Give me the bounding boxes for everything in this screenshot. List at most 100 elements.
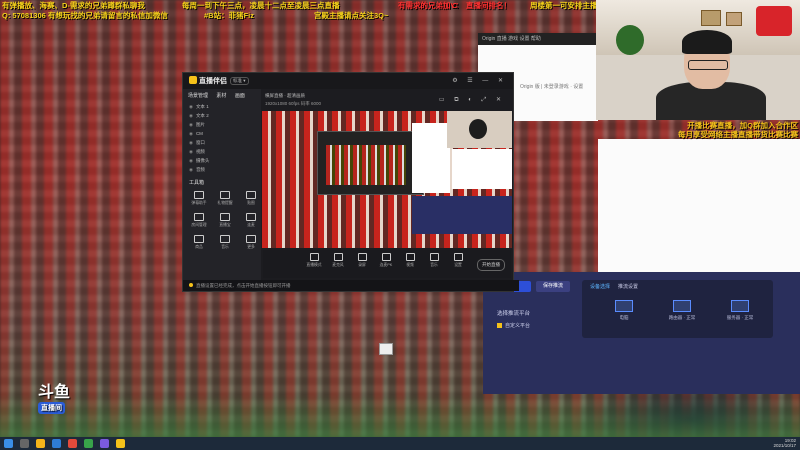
source-item[interactable]: ◉ 音频	[183, 165, 261, 174]
start-live-button[interactable]: 开始直播	[477, 259, 505, 271]
tab-device[interactable]: 设备选择	[590, 284, 610, 290]
device-box: 设备选择 推流设置 电脑 路由器 · 正常 服务器 · 正常	[582, 280, 773, 338]
eye-icon: ◉	[189, 149, 193, 154]
app-icon[interactable]	[84, 439, 93, 448]
titlebar: 直播伴侣 标准 ▾ ⚙ ☰ — ✕	[183, 73, 513, 89]
browser-hint: Origin 版 | 未登录游戏 · 设置	[520, 84, 584, 90]
tool-sticker[interactable]: 贴图	[239, 189, 263, 209]
preview-webcam	[447, 111, 512, 148]
preview-panel	[412, 196, 512, 234]
app-icon[interactable]	[100, 439, 109, 448]
video-button[interactable]: 视频	[399, 253, 421, 268]
nested-crowd-capture	[326, 145, 406, 185]
folder-icon[interactable]	[36, 439, 45, 448]
bottom-toolbar: 直播模式 麦克风 录屏 连麦PK 视频 音乐 设置 开始直播	[263, 250, 511, 278]
tool-shop[interactable]: 商品	[187, 233, 211, 253]
eye-icon: ◉	[189, 158, 193, 163]
floating-thumbnail[interactable]	[379, 343, 393, 355]
room-icon	[194, 213, 204, 221]
platform-label: 选择推流平台	[497, 311, 531, 317]
status-dot-icon	[189, 283, 193, 287]
tab-scenes[interactable]: 场景管理	[188, 93, 208, 99]
sidebar: 场景管理 素材 画面 ◉ 文本 1 ◉ 文本 2 ◉ 图片 ◉ CM ◉ 窗口 ◉ 视频 ◉…	[183, 89, 261, 280]
stream-preview[interactable]	[262, 111, 512, 248]
eye-icon: ◉	[189, 122, 193, 127]
taskbar: 19:02 2021/10/17	[0, 437, 800, 450]
tab-materials[interactable]: 素材	[216, 93, 226, 99]
source-item[interactable]: ◉ 文本 1	[183, 102, 261, 111]
preview-controls[interactable]: ▭ ⧉ ◐ ⤢ ✕	[439, 96, 505, 104]
settings-button[interactable]: 设置	[447, 253, 469, 268]
pk-button[interactable]: 连麦PK	[375, 253, 397, 268]
eye-icon: ◉	[189, 167, 193, 172]
photo-frame	[701, 10, 721, 26]
more-icon	[246, 235, 256, 243]
record-button[interactable]: 录屏	[351, 253, 373, 268]
clock[interactable]: 19:02 2021/10/17	[773, 438, 796, 448]
sticker-icon	[246, 191, 256, 199]
douyu-logo: 斗鱼 直播间	[38, 384, 71, 414]
pitch-strip	[0, 395, 800, 437]
monitor-icon	[615, 300, 633, 312]
window-controls[interactable]: ⚙ ☰ — ✕	[452, 77, 507, 84]
version-select[interactable]: 标准 ▾	[230, 77, 249, 85]
tab-canvas[interactable]: 画面	[235, 93, 245, 99]
source-item[interactable]: ◉ 图片	[183, 120, 261, 129]
cam-caption: 开播比赛直播，加Q群加入合作区 每月享受网络主播直播带货比赛比赛	[678, 121, 798, 139]
music-button[interactable]: 音乐	[423, 253, 445, 268]
streaming-app-icon[interactable]	[116, 439, 125, 448]
preview-header: 横屏直播 · 超清画质 1920x1080 60fps 码率 6000 ▭ ⧉ …	[263, 91, 511, 111]
stream-mode[interactable]: 横屏直播 · 超清画质	[265, 93, 305, 99]
marquee-line2-tag: #B站：菲猪Fiz	[204, 11, 255, 20]
custom-platform-checkbox[interactable]: 自定义平台	[497, 322, 530, 329]
tab-push[interactable]: 推流设置	[618, 284, 638, 290]
source-item[interactable]: ◉ CM	[183, 129, 261, 138]
blank-pane	[598, 139, 800, 272]
device-router: 路由器 · 正常	[662, 297, 702, 327]
tool-link[interactable]: 连麦	[239, 211, 263, 231]
plant	[616, 25, 644, 55]
status-bar: 直播设置已经完成，点击开始直播按钮即可开播	[183, 280, 519, 291]
gear-icon	[453, 253, 463, 261]
tool-room[interactable]: 房间管理	[187, 211, 211, 231]
marquee-line2-left: Q: 57081306 有想玩找的兄弟请留言的私信加微信	[2, 11, 168, 20]
router-icon	[673, 300, 691, 312]
save-push-button[interactable]: 保存推流	[536, 281, 570, 292]
tool-gift[interactable]: 礼物提醒	[213, 189, 237, 209]
photo-frame	[726, 12, 742, 26]
mic-button[interactable]: 麦克风	[327, 253, 349, 268]
eye-icon: ◉	[189, 140, 193, 145]
app-logo: 直播伴侣	[189, 76, 227, 86]
tools-grid: 弹幕助手 礼物提醒 贴图 房间管理 直播宝 连麦 商品 音乐 更多	[183, 189, 261, 253]
source-item[interactable]: ◉ 摄像头	[183, 156, 261, 165]
link-icon	[246, 213, 256, 221]
source-item[interactable]: ◉ 窗口	[183, 138, 261, 147]
source-item[interactable]: ◉ 文本 2	[183, 111, 261, 120]
preview-white-box	[412, 123, 450, 193]
streaming-app-window: 直播伴侣 标准 ▾ ⚙ ☰ — ✕ 场景管理 素材 画面 ◉ 文本 1 ◉ 文本 2…	[182, 72, 519, 292]
marquee-line1-red-c: 直播间排名！	[466, 1, 511, 10]
tool-more[interactable]: 更多	[239, 233, 263, 253]
app-icon[interactable]	[68, 439, 77, 448]
tools-title: 工具箱	[189, 180, 205, 186]
start-icon[interactable]	[4, 439, 13, 448]
screen-icon	[309, 253, 319, 261]
tool-danmu[interactable]: 弹幕助手	[187, 189, 211, 209]
tool-music[interactable]: 音乐	[213, 233, 237, 253]
pk-icon	[381, 253, 391, 261]
video-icon	[405, 253, 415, 261]
chat-icon	[194, 191, 204, 199]
device-pc: 电脑	[604, 297, 644, 327]
cart-icon	[194, 235, 204, 243]
source-item[interactable]: ◉ 视频	[183, 147, 261, 156]
browser-tabs[interactable]: Origin 直播 游戏 设置 帮助	[478, 33, 598, 45]
browser-icon[interactable]	[52, 439, 61, 448]
record-icon	[357, 253, 367, 261]
tool-box[interactable]: 直播宝	[213, 211, 237, 231]
search-icon[interactable]	[20, 439, 29, 448]
marquee-line2-mid: 宫殿主播请点关注3Q~	[314, 11, 389, 20]
eye-icon: ◉	[189, 104, 193, 109]
live-mode-button[interactable]: 直播模式	[303, 253, 325, 268]
stream-spec: 1920x1080 60fps 码率 6000	[265, 101, 322, 106]
red-decoration	[756, 6, 792, 36]
